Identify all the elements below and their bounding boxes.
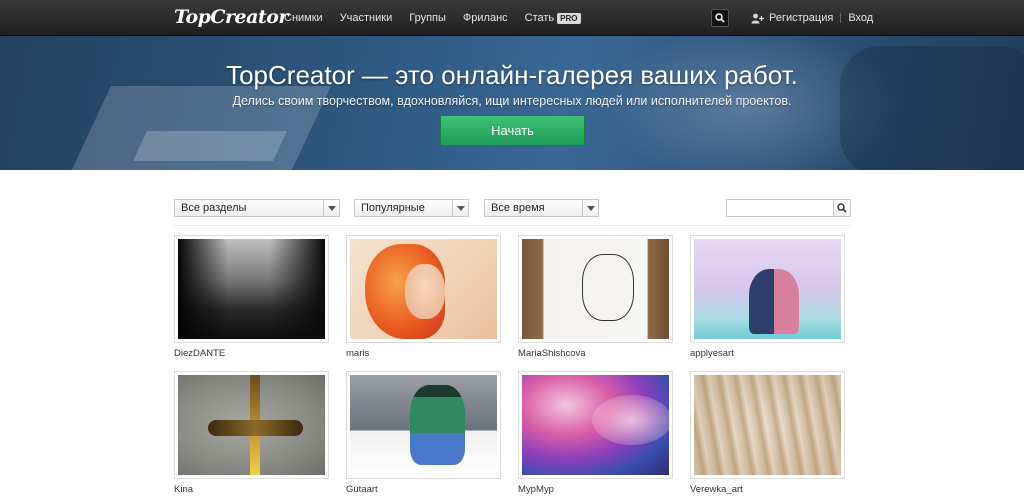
section-select[interactable]: Все разделы (174, 199, 340, 217)
gallery-thumbnail-frame (174, 235, 329, 343)
section-select-value: Все разделы (181, 202, 247, 214)
hero-title: TopCreator — это онлайн-галерея ваших ра… (226, 60, 798, 90)
gallery-card[interactable]: Kina (174, 371, 329, 495)
main-nav: Снимки Участники Группы Фриланс Стать PR… (284, 0, 598, 36)
gallery-search-input[interactable] (726, 199, 834, 217)
top-navigation-bar: TopCreator Снимки Участники Группы Фрила… (0, 0, 1024, 36)
gallery-thumbnail[interactable] (178, 239, 325, 339)
gallery-thumbnail-frame (518, 235, 673, 343)
gallery-thumbnail[interactable] (178, 375, 325, 475)
sort-select-value: Популярные (361, 202, 425, 214)
chevron-down-icon (452, 200, 468, 216)
gallery-card[interactable]: applyesart (690, 235, 845, 359)
gallery-author[interactable]: МурМур (518, 484, 673, 495)
gallery-search-button[interactable] (833, 199, 851, 217)
gallery-author[interactable]: MariaShishcova (518, 348, 673, 359)
nav-link-freelance[interactable]: Фриланс (463, 12, 508, 24)
nav-link-become-label: Стать (524, 12, 555, 24)
gallery-card[interactable]: maris (346, 235, 501, 359)
gallery-card[interactable]: DiezDANTE (174, 235, 329, 359)
gallery-author[interactable]: Verewka_art (690, 484, 845, 495)
gallery-thumbnail-frame (690, 371, 845, 479)
gallery-card[interactable]: Verewka_art (690, 371, 845, 495)
gallery-author[interactable]: maris (346, 348, 501, 359)
sort-select[interactable]: Популярные (354, 199, 469, 217)
chevron-down-icon (323, 200, 339, 216)
gallery-card[interactable]: Gutaart (346, 371, 501, 495)
hero-banner: TopCreator — это онлайн-галерея ваших ра… (0, 36, 1024, 170)
user-plus-icon (751, 13, 764, 23)
register-label: Регистрация (769, 12, 834, 24)
gallery-author[interactable]: Gutaart (346, 484, 501, 495)
chevron-down-icon (582, 200, 598, 216)
nav-link-photos[interactable]: Снимки (284, 12, 323, 24)
login-link[interactable]: Вход (848, 12, 873, 24)
site-logo[interactable]: TopCreator (174, 6, 288, 28)
gallery-thumbnail-frame (174, 371, 329, 479)
register-link[interactable]: Регистрация (751, 12, 833, 24)
hero-subtitle: Делись своим творчеством, вдохновляйся, … (232, 94, 792, 108)
filter-divider (174, 225, 851, 226)
gallery-thumbnail[interactable] (350, 375, 497, 475)
search-icon (715, 13, 725, 23)
hero-background-shape (133, 131, 287, 161)
gallery-thumbnail-frame (518, 371, 673, 479)
pro-badge: PRO (557, 12, 581, 24)
gallery-card[interactable]: MariaShishcova (518, 235, 673, 359)
nav-link-become-pro[interactable]: Стать PRO (525, 12, 581, 24)
header-search-button[interactable] (711, 9, 729, 27)
gallery-thumbnail[interactable] (694, 375, 841, 475)
start-button[interactable]: Начать (440, 115, 585, 146)
gallery-thumbnail-frame (346, 371, 501, 479)
search-icon (837, 203, 847, 213)
nav-link-groups[interactable]: Группы (409, 12, 446, 24)
auth-links: Регистрация Вход (751, 0, 873, 36)
auth-divider (840, 13, 842, 23)
period-select-value: Все время (491, 202, 545, 214)
gallery-thumbnail-frame (690, 235, 845, 343)
gallery-author[interactable]: Kina (174, 484, 329, 495)
period-select[interactable]: Все время (484, 199, 599, 217)
gallery-author[interactable]: applyesart (690, 348, 845, 359)
gallery-thumbnail[interactable] (350, 239, 497, 339)
nav-link-members[interactable]: Участники (340, 12, 393, 24)
gallery-thumbnail[interactable] (694, 239, 841, 339)
gallery-author[interactable]: DiezDANTE (174, 348, 329, 359)
gallery-thumbnail[interactable] (522, 239, 669, 339)
gallery-thumbnail[interactable] (522, 375, 669, 475)
gallery-thumbnail-frame (346, 235, 501, 343)
gallery-card[interactable]: МурМур (518, 371, 673, 495)
